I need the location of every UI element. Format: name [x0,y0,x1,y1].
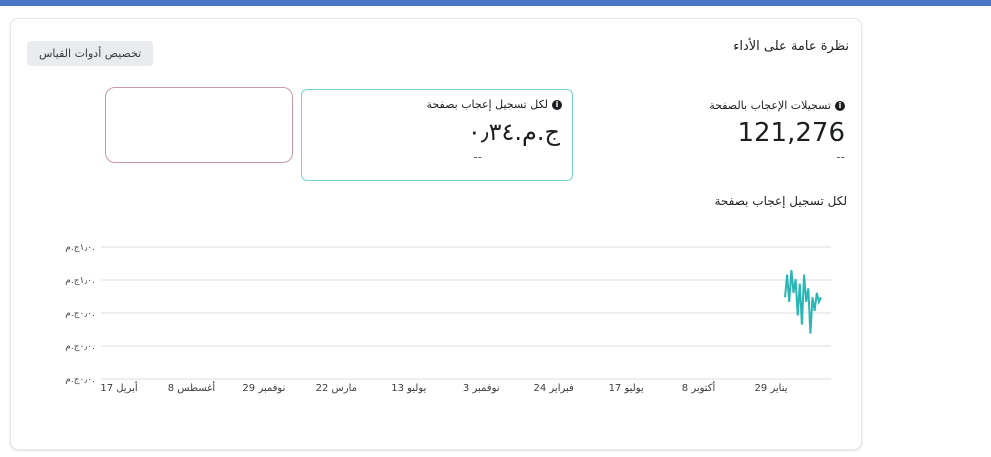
page-likes-label-row: تسجيلات الإعجاب بالصفحة i [695,99,845,112]
cost-per-like-value: ج.م.‏٠٫٣٤ [467,118,560,146]
info-icon[interactable]: i [835,100,845,111]
x-tick-label: 29 يناير [754,383,787,394]
page-title: نظرة عامة على الأداء [733,39,849,54]
performance-overview-card: نظرة عامة على الأداء تخصيص أدوات القياس … [10,18,862,450]
y-tick-label: ١٫٠ج.م. [65,243,95,253]
page-likes-metric[interactable]: تسجيلات الإعجاب بالصفحة i 121,276 -- [695,99,845,164]
y-tick-label: ٠٫٠ج.م. [65,342,95,352]
x-tick-label: 13 يوليو [391,383,426,394]
page-likes-value: 121,276 [737,118,845,148]
cost-per-like-metric[interactable]: لكل تسجيل إعجاب بصفحة i ج.م.‏٠٫٣٤ -- [301,89,573,181]
cost-per-like-label: لكل تسجيل إعجاب بصفحة [426,98,548,111]
page-likes-label: تسجيلات الإعجاب بالصفحة [709,99,831,112]
empty-metric-slot[interactable] [105,87,293,163]
info-icon[interactable]: i [552,99,562,110]
x-tick-label: 8 أكتوبر [682,381,716,394]
x-tick-label: 3 نوفمبر [463,383,500,394]
top-bar [0,0,991,6]
page-likes-compare: -- [836,150,845,164]
cost-per-like-label-row: لكل تسجيل إعجاب بصفحة i [427,98,562,111]
x-tick-label: 17 يوليو [609,383,644,394]
x-tick-label: 8 أغسطس [168,381,216,394]
x-tick-label: 22 مارس [316,383,357,394]
cost-per-like-compare: -- [473,150,482,164]
x-tick-label: 24 فبراير [534,383,575,394]
customize-metrics-button[interactable]: تخصيص أدوات القياس [27,41,154,66]
cost-per-like-chart: ١٫٠ج.م. ١٫٠ج.م. ٠٫٠ج.م. ٠٫٠ج.م. ٠٫٠ج.م. 29 ين… [61,229,851,429]
x-tick-label: 29 نوفمبر [242,383,285,394]
y-tick-label: ٠٫٠ج.م. [65,375,95,385]
y-tick-label: ١٫٠ج.م. [65,276,95,286]
chart-title: لكل تسجيل إعجاب بصفحة [714,194,847,208]
x-tick-label: 17 أبريل [100,381,138,394]
y-tick-label: ٠٫٠ج.م. [65,309,95,319]
